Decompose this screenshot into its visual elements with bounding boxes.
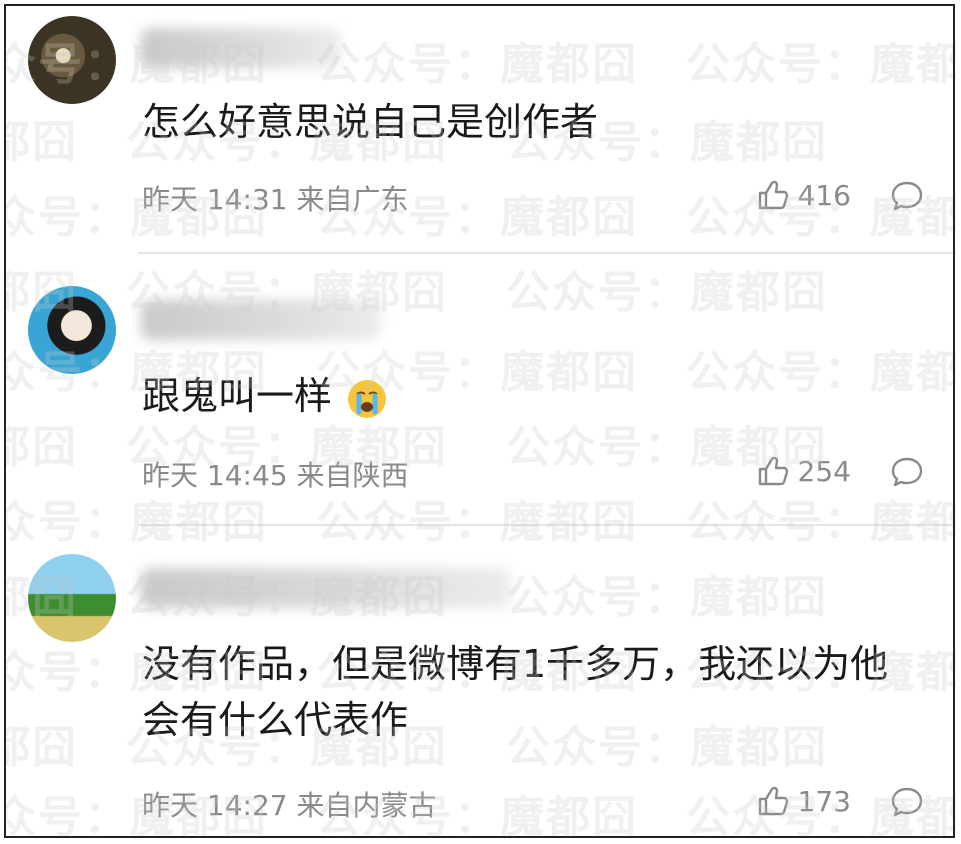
comment-text: 没有作品，但是微博有1千多万，我还以为他会有什么代表作: [142, 642, 889, 742]
watermark-text: 公众号：魔都囧: [506, 572, 828, 623]
watermark-text: 公众号：魔都囧: [316, 39, 638, 90]
username-blurred[interactable]: [141, 28, 341, 68]
watermark-text: 公众号：魔都囧: [686, 39, 953, 90]
username-blurred[interactable]: [141, 568, 511, 608]
divider: [138, 252, 953, 254]
watermark-text: 公众号：魔都囧: [6, 422, 78, 473]
comment-text: 跟鬼叫一样: [142, 374, 333, 418]
thumbs-up-icon: [758, 786, 788, 816]
reply-icon[interactable]: [889, 784, 925, 820]
crying-face-emoji: [348, 379, 387, 418]
comment-meta: 昨天 14:27 来自内蒙古: [142, 789, 437, 822]
comment-text-row: 跟鬼叫一样: [142, 368, 913, 424]
reply-icon[interactable]: [889, 454, 925, 490]
like-button[interactable]: 173: [756, 784, 851, 818]
like-button[interactable]: 416: [756, 178, 851, 212]
watermark-text: 公众号：魔都囧: [6, 497, 268, 548]
avatar[interactable]: [28, 554, 116, 642]
thumbs-up-icon: [758, 180, 788, 210]
avatar[interactable]: [28, 16, 116, 104]
username-blurred[interactable]: [141, 300, 381, 340]
watermark-text: 公众号：魔都囧: [6, 117, 78, 168]
watermark-text: 公众号：魔都囧: [6, 722, 78, 773]
comment-list: 怎么好意思说自己是创作者 昨天 14:31 来自广东 416 跟鬼叫一样 昨天 …: [4, 4, 955, 838]
comment-text: 怎么好意思说自己是创作者: [142, 100, 599, 144]
comment-meta: 昨天 14:45 来自陕西: [142, 459, 409, 492]
reply-icon[interactable]: [889, 178, 925, 214]
watermark-text: 公众号：魔都囧: [506, 267, 828, 318]
comment-meta: 昨天 14:31 来自广东: [142, 183, 409, 216]
like-count: 416: [797, 178, 851, 212]
like-button[interactable]: 254: [756, 454, 851, 488]
like-count: 254: [797, 454, 851, 488]
watermark-text: 公众号：魔都囧: [686, 497, 953, 548]
thumbs-up-icon: [758, 456, 788, 486]
watermark-text: 公众号：魔都囧: [316, 497, 638, 548]
divider: [138, 524, 953, 526]
avatar[interactable]: [28, 286, 116, 374]
like-count: 173: [797, 784, 851, 818]
